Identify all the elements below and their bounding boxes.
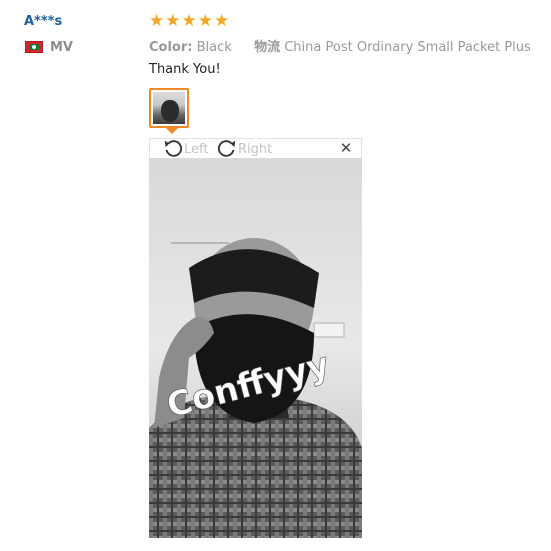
logistics-value: China Post Ordinary Small Packet Plus <box>284 40 531 55</box>
star-icon: ★ <box>181 11 197 30</box>
color-label: Color: <box>149 40 193 55</box>
maldives-flag-icon <box>25 41 43 53</box>
thumbnail-image <box>153 92 185 124</box>
rotate-left-icon <box>164 140 183 157</box>
close-viewer-button[interactable]: ✕ <box>339 141 353 157</box>
rating-stars: ★ ★ ★ ★ ★ <box>149 12 229 30</box>
review-photo-large: Conffyyy <box>149 158 362 538</box>
star-icon: ★ <box>149 11 165 30</box>
reviewer-name: A***s <box>24 14 63 29</box>
star-icon: ★ <box>214 11 230 30</box>
rotate-right-icon <box>217 140 236 157</box>
review-photo-thumbnail[interactable] <box>149 88 189 128</box>
rotate-left-button[interactable]: Left <box>162 139 208 159</box>
rotate-right-button[interactable]: Right <box>216 139 272 159</box>
review-item: A***s MV ★ ★ ★ ★ ★ Color: Black 物流 China… <box>0 0 551 551</box>
star-icon: ★ <box>165 11 181 30</box>
photo-viewer-toolbar: Left Right ✕ <box>149 138 362 158</box>
color-value: Black <box>196 40 232 55</box>
rotate-right-label: Right <box>238 141 273 157</box>
country-code: MV <box>50 39 73 55</box>
review-text: Thank You! <box>149 62 221 77</box>
review-meta: Color: Black 物流 China Post Ordinary Smal… <box>149 36 531 55</box>
thumbnail-pointer <box>166 128 178 134</box>
star-icon: ★ <box>197 11 213 30</box>
logistics-label: 物流 <box>254 40 281 55</box>
close-icon: ✕ <box>339 140 353 157</box>
reviewer-country: MV <box>25 39 73 55</box>
rotate-left-label: Left <box>184 141 209 157</box>
